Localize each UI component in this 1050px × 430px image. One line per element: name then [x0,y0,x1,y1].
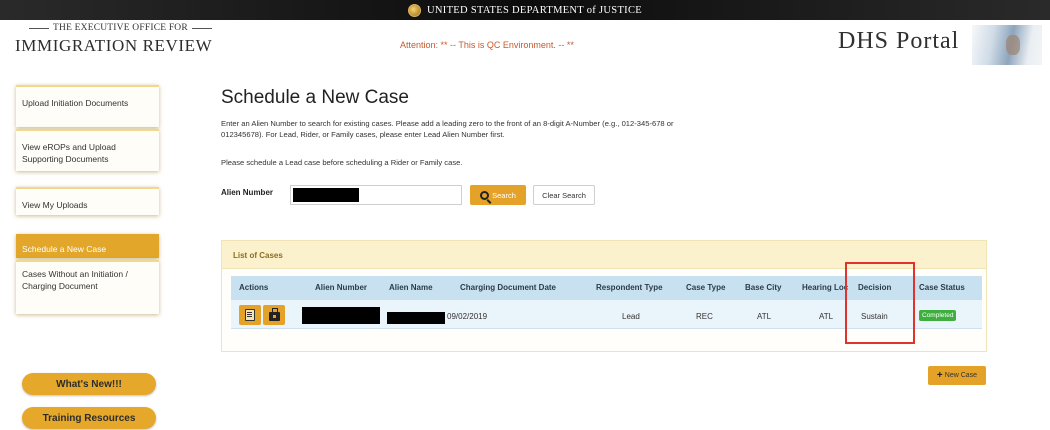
search-icon [480,190,490,200]
briefcase-icon [268,307,280,321]
base-city-cell: ATL [757,312,772,321]
lead-case-note: Please schedule a Lead case before sched… [221,158,463,167]
view-document-button[interactable] [239,305,261,325]
column-header-case-status[interactable]: Case Status [919,283,965,292]
sidebar-item-label: Upload Initiation Documents [22,98,129,108]
case-briefcase-button[interactable] [263,305,285,325]
sidebar-item-label: View My Uploads [22,200,88,210]
column-header-alien-name[interactable]: Alien Name [389,283,433,292]
doj-banner: UNITED STATES DEPARTMENT of JUSTICE [0,0,1050,20]
portal-title: DHS Portal [838,28,960,54]
sidebar-nav: Upload Initiation Documents View eROPs a… [16,85,159,314]
sidebar-item-upload-initiation[interactable]: Upload Initiation Documents [16,85,159,127]
whats-new-button[interactable]: What's New!!! [22,373,156,395]
alien-number-label: Alien Number [221,188,274,197]
document-icon [245,309,255,321]
header: THE EXECUTIVE OFFICE FOR IMMIGRATION REV… [0,20,1050,66]
column-header-charging-document-date[interactable]: Charging Document Date [460,283,556,292]
sidebar-item-label: Cases Without an Initiation / Charging D… [22,269,128,291]
portal-photo [972,25,1042,65]
column-header-actions: Actions [239,283,269,292]
redacted-alien-number [293,188,359,202]
seal-icon [408,3,422,17]
plus-icon: + [936,370,943,381]
qc-environment-notice: Attention: ** -- This is QC Environment.… [400,40,574,50]
column-header-base-city[interactable]: Base City [745,283,781,292]
sidebar-item-schedule-new-case[interactable]: Schedule a New Case [16,234,159,258]
agency-subtitle: THE EXECUTIVE OFFICE FOR [25,23,216,33]
agency-subtitle-text: THE EXECUTIVE OFFICE FOR [53,23,188,33]
column-header-alien-number[interactable]: Alien Number [315,283,367,292]
training-resources-button[interactable]: Training Resources [22,407,156,429]
search-button-label: Search [492,190,516,200]
instructions-text: Enter an Alien Number to search for exis… [221,119,674,139]
column-header-respondent-type[interactable]: Respondent Type [596,283,663,292]
sidebar-item-cases-without-initiation[interactable]: Cases Without an Initiation / Charging D… [16,260,159,314]
column-header-case-type[interactable]: Case Type [686,283,725,292]
doj-text: UNITED STATES DEPARTMENT of JUSTICE [427,4,642,16]
sidebar-item-label: Schedule a New Case [22,244,107,254]
charging-document-date-cell: 09/02/2019 [447,312,488,321]
clear-search-button[interactable]: Clear Search [533,185,595,205]
agency-title[interactable]: IMMIGRATION REVIEW [15,36,212,56]
search-button[interactable]: Search [470,185,526,205]
hearing-loc-cell: ATL [819,312,834,321]
sidebar-item-label: View eROPs and Upload Supporting Documen… [22,142,116,164]
status-badge: Completed [919,310,957,321]
page-title: Schedule a New Case [221,87,409,108]
redacted-alien-number-cell [302,307,380,324]
respondent-type-cell: Lead [622,312,640,321]
sidebar-item-view-uploads[interactable]: View My Uploads [16,187,159,215]
new-case-button[interactable]: + New Case [928,366,986,385]
column-header-hearing-loc[interactable]: Hearing Loc [802,283,848,292]
new-case-button-label: New Case [944,372,978,379]
redacted-alien-name-cell [387,312,445,324]
decision-highlight-box [845,262,915,344]
sidebar-item-view-erops[interactable]: View eROPs and Upload Supporting Documen… [16,129,159,171]
case-type-cell: REC [696,312,713,321]
